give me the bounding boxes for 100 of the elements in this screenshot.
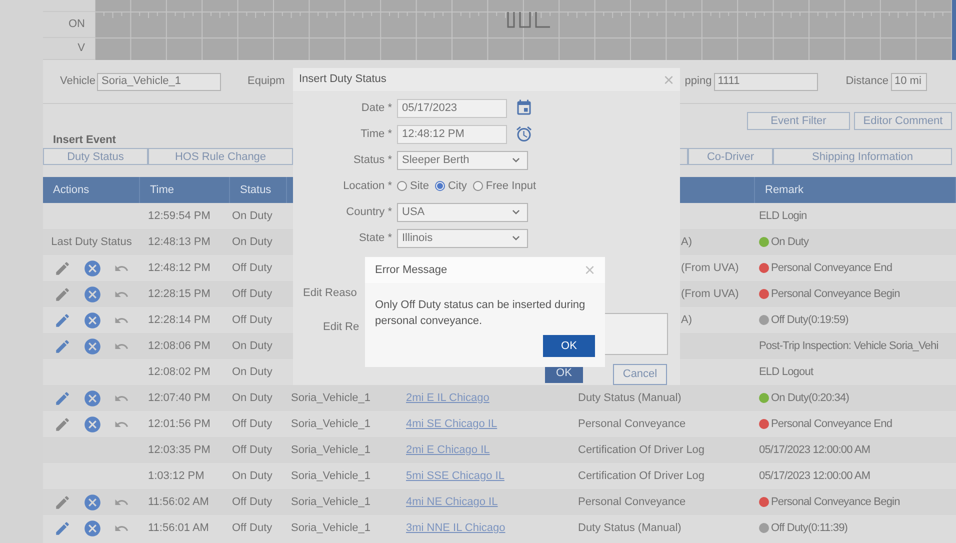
table-cell: Personal Conveyance: [578, 418, 686, 430]
calendar-icon[interactable]: [515, 99, 533, 117]
toolbar-button[interactable]: Editor Comment: [854, 112, 952, 130]
table-cell-text: ELD Logout: [759, 364, 814, 380]
table-cell: (From UVA): [681, 262, 739, 274]
field-label: pping: [684, 74, 712, 90]
table-cell: Soria_Vehicle_1: [291, 444, 371, 456]
event-tab[interactable]: Co-Driver: [688, 148, 773, 165]
delete-icon[interactable]: [83, 336, 102, 356]
column-header: Actions: [53, 182, 90, 198]
field-label: Country *: [345, 204, 393, 220]
close-button[interactable]: ×: [584, 261, 595, 279]
pencil-icon[interactable]: [54, 260, 71, 276]
radio-option[interactable]: Free Input: [472, 178, 538, 194]
table-cell: 12:48:13 PM: [148, 236, 210, 248]
close-button[interactable]: ×: [663, 70, 674, 88]
table-cell: 12:48:12 PM: [148, 262, 210, 274]
section-title: Insert Event: [53, 132, 116, 148]
table-cell: 12:28:14 PM: [148, 314, 210, 326]
select-field[interactable]: Illinois: [397, 228, 528, 248]
shipping-field[interactable]: 1111: [714, 72, 818, 90]
error-message: Only Off Duty status can be inserted during personal conveyance.: [374, 298, 586, 329]
table-cell: Duty Status (Manual): [578, 522, 682, 534]
field-label: Location *: [342, 178, 393, 194]
cancel-button[interactable]: Cancel: [613, 364, 667, 385]
pencil-icon[interactable]: [54, 390, 71, 406]
select-field[interactable]: USA: [397, 202, 528, 222]
field-label: State *: [358, 230, 393, 246]
pencil-icon[interactable]: [54, 520, 71, 536]
input-field[interactable]: 05/17/2023: [397, 98, 507, 118]
table-cell-text: Off Duty(0:11:39): [771, 520, 848, 536]
location-link[interactable]: 2mi E Chicago IL: [406, 444, 490, 456]
select-field[interactable]: Sleeper Berth: [397, 150, 528, 170]
ok-button[interactable]: OK: [543, 335, 595, 357]
input-field[interactable]: 12:48:12 PM: [397, 124, 507, 144]
table-cell: 12:08:02 PM: [148, 366, 210, 378]
table-cell: (From UVA): [681, 288, 739, 300]
table-cell: 12:08:06 PM: [148, 340, 210, 352]
table-cell: 1:03:12 PM: [148, 470, 204, 482]
delete-icon[interactable]: [83, 518, 102, 538]
column-header: Time: [150, 182, 174, 198]
event-tab[interactable]: Duty Status: [43, 148, 148, 165]
toolbar-button[interactable]: Event Filter: [747, 112, 850, 130]
table-cell: On Duty: [232, 470, 272, 482]
field-label: Edit Reaso: [303, 286, 357, 301]
field-label: Time *: [360, 126, 393, 142]
pencil-icon[interactable]: [54, 494, 71, 510]
radio-option[interactable]: City: [434, 178, 469, 194]
delete-icon[interactable]: [83, 284, 102, 304]
table-cell-text: Off Duty(0:19:59): [771, 312, 848, 328]
delete-icon[interactable]: [83, 492, 102, 512]
table-cell: Certification Of Driver Log: [578, 470, 705, 482]
pencil-icon[interactable]: [54, 312, 71, 328]
delete-icon[interactable]: [83, 414, 102, 434]
location-link[interactable]: 4mi SE Chicago IL: [406, 418, 498, 430]
pencil-icon[interactable]: [54, 338, 71, 354]
table-cell: 11:56:02 AM: [148, 496, 209, 508]
table-cell-text: ELD Login: [759, 208, 807, 224]
location-link[interactable]: 3mi NNE IL Chicago: [406, 522, 506, 534]
pencil-icon[interactable]: [54, 416, 71, 432]
event-tab[interactable]: HOS Rule Change: [148, 148, 293, 165]
table-cell: Off Duty: [232, 522, 272, 534]
chart-row-label: V: [78, 41, 85, 56]
table-cell: Off Duty: [232, 314, 272, 326]
delete-icon[interactable]: [83, 388, 102, 408]
table-cell: 12:01:56 PM: [148, 418, 210, 430]
location-link[interactable]: 4mi NE Chicago IL: [406, 496, 498, 508]
table-cell: Soria_Vehicle_1: [291, 522, 371, 534]
field-label: Status *: [352, 152, 393, 168]
table-cell: Soria_Vehicle_1: [291, 392, 371, 404]
table-cell: On Duty: [232, 340, 272, 352]
vehicle-field[interactable]: Soria_Vehicle_1: [97, 72, 222, 90]
table-cell: 11:56:01 AM: [148, 522, 209, 534]
table-cell: Off Duty: [232, 444, 272, 456]
location-link[interactable]: 5mi SSE Chicago IL: [406, 470, 504, 482]
table-cell-text: 05/17/2023 12:00:00 AM: [759, 468, 870, 484]
dialog-title: Error Message: [375, 262, 448, 278]
alarm-clock-icon[interactable]: [515, 125, 533, 143]
table-cell: 12:28:15 PM: [148, 288, 210, 300]
event-tab[interactable]: Shipping Information: [773, 148, 952, 165]
table-cell: 12:59:54 PM: [148, 210, 210, 222]
delete-icon[interactable]: [83, 310, 102, 330]
pencil-icon[interactable]: [54, 286, 71, 302]
table-cell: On Duty: [232, 366, 272, 378]
actions-label: Last Duty Status: [51, 234, 132, 250]
table-cell: On Duty: [232, 210, 272, 222]
table-cell: A): [681, 314, 692, 326]
delete-icon[interactable]: [83, 258, 102, 278]
radio-option[interactable]: Site: [397, 178, 431, 194]
table-cell-text: On Duty(0:20:34): [771, 390, 849, 406]
table-cell: Off Duty: [232, 418, 272, 430]
location-link[interactable]: 2mi E IL Chicago: [406, 392, 490, 404]
distance-field[interactable]: 10 mi: [890, 72, 926, 90]
column-header: Remark: [765, 182, 804, 198]
table-cell-text: On Duty: [771, 234, 809, 250]
table-cell: Personal Conveyance: [578, 496, 686, 508]
table-cell: On Duty: [232, 392, 272, 404]
table-cell: Off Duty: [232, 496, 272, 508]
table-cell-text: Post-Trip Inspection: Vehicle Soria_Vehi: [759, 338, 938, 354]
field-label: Equipm: [247, 74, 285, 90]
